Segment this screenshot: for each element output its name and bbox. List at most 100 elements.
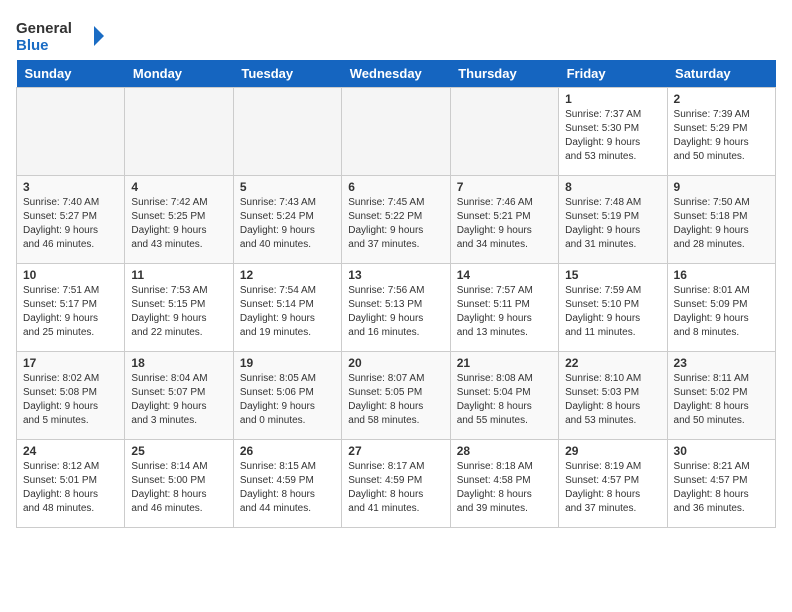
calendar-cell <box>342 88 450 176</box>
day-number: 2 <box>674 92 769 106</box>
day-number: 21 <box>457 356 552 370</box>
calendar-cell: 23Sunrise: 8:11 AM Sunset: 5:02 PM Dayli… <box>667 352 775 440</box>
day-info: Sunrise: 7:46 AM Sunset: 5:21 PM Dayligh… <box>457 196 552 252</box>
day-info: Sunrise: 7:42 AM Sunset: 5:25 PM Dayligh… <box>131 196 226 252</box>
calendar-cell: 8 Sunrise: 7:48 AM Sunset: 5:19 PM Daylig… <box>559 176 667 264</box>
week-row-4: 17 Sunrise: 8:02 AM Sunset: 5:08 PM Dayli… <box>17 352 776 440</box>
day-number: 3 <box>23 180 118 194</box>
weekday-header-tuesday: Tuesday <box>233 60 341 88</box>
weekday-header-sunday: Sunday <box>17 60 125 88</box>
day-number: 30 <box>674 444 769 458</box>
day-number: 26 <box>240 444 335 458</box>
calendar-cell: 3 Sunrise: 7:40 AM Sunset: 5:27 PM Daylig… <box>17 176 125 264</box>
logo-svg: General Blue <box>16 16 106 56</box>
calendar-cell: 7 Sunrise: 7:46 AM Sunset: 5:21 PM Daylig… <box>450 176 558 264</box>
day-number: 17 <box>23 356 118 370</box>
svg-text:Blue: Blue <box>16 37 49 54</box>
calendar-cell: 26Sunrise: 8:15 AM Sunset: 4:59 PM Dayli… <box>233 440 341 528</box>
day-info: Sunrise: 8:17 AM Sunset: 4:59 PM Dayligh… <box>348 460 443 516</box>
day-number: 27 <box>348 444 443 458</box>
week-row-5: 24 Sunrise: 8:12 AM Sunset: 5:01 PM Dayli… <box>17 440 776 528</box>
day-info: Sunrise: 8:14 AM Sunset: 5:00 PM Dayligh… <box>131 460 226 516</box>
day-info: Sunrise: 8:19 AM Sunset: 4:57 PM Dayligh… <box>565 460 660 516</box>
calendar-cell: 22 Sunrise: 8:10 AM Sunset: 5:03 PM Dayli… <box>559 352 667 440</box>
weekday-header-friday: Friday <box>559 60 667 88</box>
calendar-cell: 1Sunrise: 7:37 AM Sunset: 5:30 PM Daylig… <box>559 88 667 176</box>
day-info: Sunrise: 7:43 AM Sunset: 5:24 PM Dayligh… <box>240 196 335 252</box>
day-info: Sunrise: 8:10 AM Sunset: 5:03 PM Dayligh… <box>565 372 660 428</box>
calendar-cell: 27 Sunrise: 8:17 AM Sunset: 4:59 PM Dayli… <box>342 440 450 528</box>
day-info: Sunrise: 7:51 AM Sunset: 5:17 PM Dayligh… <box>23 284 118 340</box>
svg-text:General: General <box>16 20 72 37</box>
calendar-cell <box>450 88 558 176</box>
calendar-cell: 14Sunrise: 7:57 AM Sunset: 5:11 PM Dayli… <box>450 264 558 352</box>
weekday-header-monday: Monday <box>125 60 233 88</box>
weekday-header-wednesday: Wednesday <box>342 60 450 88</box>
calendar-cell: 10 Sunrise: 7:51 AM Sunset: 5:17 PM Dayli… <box>17 264 125 352</box>
day-info: Sunrise: 8:21 AM Sunset: 4:57 PM Dayligh… <box>674 460 769 516</box>
day-number: 13 <box>348 268 443 282</box>
week-row-2: 3 Sunrise: 7:40 AM Sunset: 5:27 PM Daylig… <box>17 176 776 264</box>
day-number: 28 <box>457 444 552 458</box>
day-number: 4 <box>131 180 226 194</box>
calendar-cell: 19 Sunrise: 8:05 AM Sunset: 5:06 PM Dayli… <box>233 352 341 440</box>
day-number: 19 <box>240 356 335 370</box>
calendar-cell: 2Sunrise: 7:39 AM Sunset: 5:29 PM Daylig… <box>667 88 775 176</box>
day-number: 18 <box>131 356 226 370</box>
day-number: 24 <box>23 444 118 458</box>
calendar-cell: 29 Sunrise: 8:19 AM Sunset: 4:57 PM Dayli… <box>559 440 667 528</box>
calendar-cell: 18 Sunrise: 8:04 AM Sunset: 5:07 PM Dayli… <box>125 352 233 440</box>
calendar-cell: 12 Sunrise: 7:54 AM Sunset: 5:14 PM Dayli… <box>233 264 341 352</box>
day-number: 1 <box>565 92 660 106</box>
day-number: 8 <box>565 180 660 194</box>
day-info: Sunrise: 7:48 AM Sunset: 5:19 PM Dayligh… <box>565 196 660 252</box>
calendar-cell: 25Sunrise: 8:14 AM Sunset: 5:00 PM Dayli… <box>125 440 233 528</box>
weekday-header-thursday: Thursday <box>450 60 558 88</box>
day-info: Sunrise: 7:50 AM Sunset: 5:18 PM Dayligh… <box>674 196 769 252</box>
day-info: Sunrise: 8:04 AM Sunset: 5:07 PM Dayligh… <box>131 372 226 428</box>
week-row-1: 1Sunrise: 7:37 AM Sunset: 5:30 PM Daylig… <box>17 88 776 176</box>
day-info: Sunrise: 8:18 AM Sunset: 4:58 PM Dayligh… <box>457 460 552 516</box>
day-number: 11 <box>131 268 226 282</box>
calendar-cell: 13 Sunrise: 7:56 AM Sunset: 5:13 PM Dayli… <box>342 264 450 352</box>
weekday-header-row: SundayMondayTuesdayWednesdayThursdayFrid… <box>17 60 776 88</box>
day-number: 6 <box>348 180 443 194</box>
day-number: 10 <box>23 268 118 282</box>
calendar-cell: 11Sunrise: 7:53 AM Sunset: 5:15 PM Dayli… <box>125 264 233 352</box>
day-info: Sunrise: 8:12 AM Sunset: 5:01 PM Dayligh… <box>23 460 118 516</box>
day-info: Sunrise: 8:01 AM Sunset: 5:09 PM Dayligh… <box>674 284 769 340</box>
day-number: 5 <box>240 180 335 194</box>
day-number: 20 <box>348 356 443 370</box>
day-info: Sunrise: 8:02 AM Sunset: 5:08 PM Dayligh… <box>23 372 118 428</box>
calendar-cell <box>17 88 125 176</box>
calendar-table: SundayMondayTuesdayWednesdayThursdayFrid… <box>16 60 776 528</box>
day-info: Sunrise: 7:59 AM Sunset: 5:10 PM Dayligh… <box>565 284 660 340</box>
calendar-cell: 17 Sunrise: 8:02 AM Sunset: 5:08 PM Dayli… <box>17 352 125 440</box>
page-header: General Blue <box>16 16 776 56</box>
day-number: 29 <box>565 444 660 458</box>
calendar-cell: 30 Sunrise: 8:21 AM Sunset: 4:57 PM Dayli… <box>667 440 775 528</box>
calendar-cell: 28 Sunrise: 8:18 AM Sunset: 4:58 PM Dayli… <box>450 440 558 528</box>
calendar-cell: 15Sunrise: 7:59 AM Sunset: 5:10 PM Dayli… <box>559 264 667 352</box>
day-info: Sunrise: 7:45 AM Sunset: 5:22 PM Dayligh… <box>348 196 443 252</box>
day-number: 22 <box>565 356 660 370</box>
day-info: Sunrise: 8:11 AM Sunset: 5:02 PM Dayligh… <box>674 372 769 428</box>
day-info: Sunrise: 8:07 AM Sunset: 5:05 PM Dayligh… <box>348 372 443 428</box>
day-number: 12 <box>240 268 335 282</box>
day-info: Sunrise: 8:08 AM Sunset: 5:04 PM Dayligh… <box>457 372 552 428</box>
calendar-cell: 6 Sunrise: 7:45 AM Sunset: 5:22 PM Daylig… <box>342 176 450 264</box>
weekday-header-saturday: Saturday <box>667 60 775 88</box>
calendar-cell: 4 Sunrise: 7:42 AM Sunset: 5:25 PM Daylig… <box>125 176 233 264</box>
logo: General Blue <box>16 16 106 56</box>
day-number: 14 <box>457 268 552 282</box>
calendar-cell <box>233 88 341 176</box>
calendar-cell: 24 Sunrise: 8:12 AM Sunset: 5:01 PM Dayli… <box>17 440 125 528</box>
day-info: Sunrise: 7:56 AM Sunset: 5:13 PM Dayligh… <box>348 284 443 340</box>
day-info: Sunrise: 7:40 AM Sunset: 5:27 PM Dayligh… <box>23 196 118 252</box>
day-info: Sunrise: 7:54 AM Sunset: 5:14 PM Dayligh… <box>240 284 335 340</box>
calendar-cell: 9Sunrise: 7:50 AM Sunset: 5:18 PM Daylig… <box>667 176 775 264</box>
day-info: Sunrise: 8:05 AM Sunset: 5:06 PM Dayligh… <box>240 372 335 428</box>
calendar-cell: 20 Sunrise: 8:07 AM Sunset: 5:05 PM Dayli… <box>342 352 450 440</box>
calendar-cell <box>125 88 233 176</box>
day-number: 7 <box>457 180 552 194</box>
